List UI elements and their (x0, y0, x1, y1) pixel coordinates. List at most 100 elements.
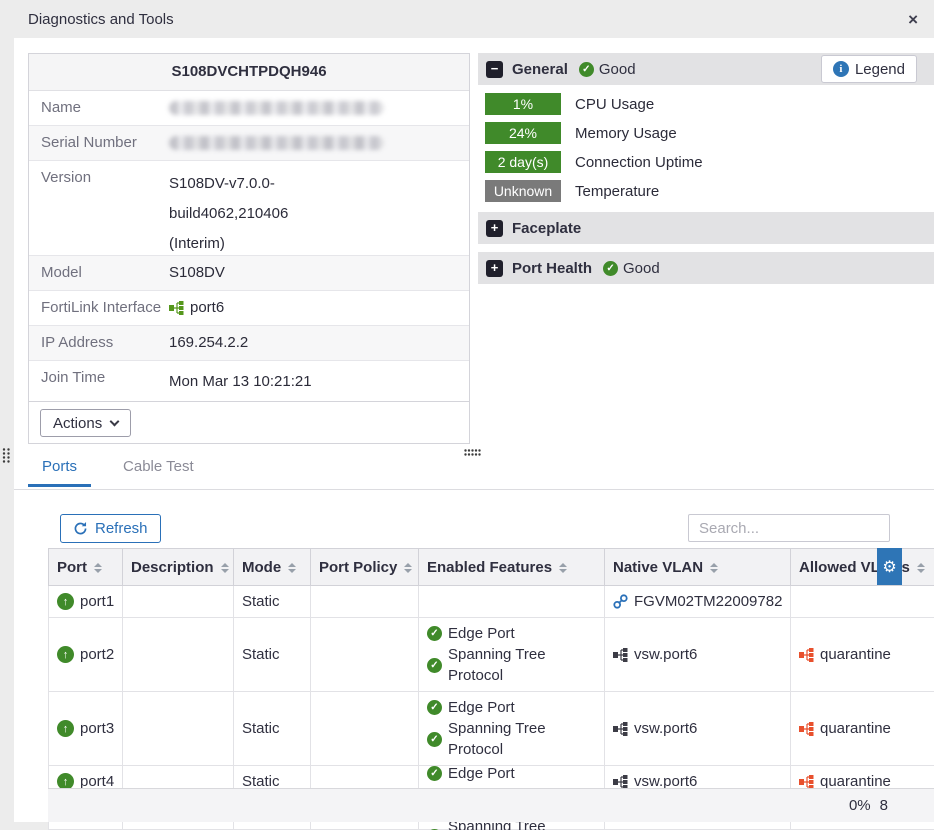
tab-ports[interactable]: Ports (28, 455, 91, 487)
actions-button-label: Actions (53, 415, 102, 432)
features-cell (419, 586, 605, 618)
column-header-enabled-features[interactable]: Enabled Features (419, 549, 605, 586)
legend-button-label: Legend (855, 61, 905, 78)
metric-cpu: 1% CPU Usage (485, 93, 934, 115)
ip-value: 169.254.2.2 (169, 326, 469, 360)
description-cell (123, 618, 234, 692)
connection-uptime-label: Connection Uptime (575, 154, 703, 171)
faceplate-title: Faceplate (512, 220, 581, 237)
table-header-row: Port Description Mode Port Policy Enable… (49, 549, 934, 586)
fortilink-chain-icon (613, 594, 628, 609)
legend-button[interactable]: i Legend (821, 55, 917, 83)
sort-icon (559, 563, 567, 573)
feature-label: Edge Port (448, 623, 515, 644)
version-line-2: build4062,210406 (169, 199, 469, 229)
vlan-icon-quarantine (799, 648, 814, 662)
check-circle-icon: ✓ (427, 658, 442, 673)
section-general-header[interactable]: − General ✓ Good i Legend (478, 53, 934, 85)
dialog-body: S108DVCHTPDQH946 Name Serial Number Vers… (14, 38, 934, 822)
join-time-value: Mon Mar 13 10:21:21 2023 (169, 361, 469, 401)
section-port-health-header[interactable]: + Port Health ✓ Good (478, 252, 934, 284)
metric-memory: 24% Memory Usage (485, 122, 934, 144)
sort-icon (94, 563, 102, 573)
column-header-port[interactable]: Port (49, 549, 123, 586)
table-row-port1[interactable]: ↑port1 Static FGVM02TM22009782 (49, 586, 934, 618)
cpu-usage-label: CPU Usage (575, 96, 654, 113)
sort-icon (221, 563, 229, 573)
section-faceplate-header[interactable]: + Faceplate (478, 212, 934, 244)
expand-plus-icon: + (486, 260, 503, 277)
vlan-icon (613, 722, 628, 736)
port-health-status-text: Good (623, 260, 660, 277)
search-input[interactable] (688, 514, 890, 542)
fortilink-label: FortiLink Interface (29, 291, 169, 325)
redacted-blur (169, 101, 384, 115)
serial-label: Serial Number (29, 126, 169, 160)
serial-value-redacted (169, 126, 469, 160)
column-settings-button[interactable]: ⚙ (877, 548, 902, 585)
version-line-1: S108DV-v7.0.0- (169, 169, 469, 199)
close-icon[interactable]: × (908, 11, 918, 28)
general-status-text: Good (599, 61, 636, 78)
refresh-button[interactable]: Refresh (60, 514, 161, 543)
allowed-vlans-value: quarantine (820, 646, 891, 663)
tab-cable-test[interactable]: Cable Test (109, 455, 208, 484)
sort-icon (710, 563, 718, 573)
join-time-line-1: Mon Mar 13 10:21:21 (169, 369, 469, 394)
features-cell: ✓ Edge Port ✓ Spanning Tree Protocol (419, 692, 605, 766)
dialog-titlebar: Diagnostics and Tools × (0, 0, 934, 38)
metric-uptime: 2 day(s) Connection Uptime (485, 151, 934, 173)
cpu-usage-badge: 1% (485, 93, 561, 115)
sort-icon (404, 563, 412, 573)
table-footer: 0% 8 (48, 788, 934, 822)
refresh-button-label: Refresh (95, 520, 148, 537)
version-line-3: (Interim) (169, 229, 469, 256)
refresh-icon (73, 521, 88, 536)
device-row-version: Version S108DV-v7.0.0- build4062,210406 … (29, 161, 469, 256)
expand-plus-icon: + (486, 220, 503, 237)
check-circle-icon: ✓ (427, 732, 442, 747)
panel-drag-handle[interactable] (2, 448, 11, 467)
port-policy-cell (311, 586, 419, 618)
feature-label: Edge Port (448, 697, 515, 718)
redacted-blur (169, 136, 384, 150)
memory-usage-label: Memory Usage (575, 125, 677, 142)
native-vlan-value: vsw.port6 (634, 646, 697, 663)
collapse-minus-icon: − (486, 61, 503, 78)
fortilink-port-name: port6 (190, 299, 224, 316)
fortilink-value: port6 (169, 291, 469, 325)
version-value: S108DV-v7.0.0- build4062,210406 (Interim… (169, 161, 469, 255)
health-panel: − General ✓ Good i Legend 1% CPU Usage 2… (478, 53, 934, 284)
description-cell (123, 692, 234, 766)
check-circle-icon: ✓ (427, 626, 442, 641)
column-header-description[interactable]: Description (123, 549, 234, 586)
actions-button[interactable]: Actions (40, 409, 131, 437)
chevron-down-icon (110, 416, 120, 426)
memory-usage-badge: 24% (485, 122, 561, 144)
port-name: port3 (80, 720, 114, 737)
check-circle-icon: ✓ (603, 261, 618, 276)
check-circle-icon: ✓ (427, 700, 442, 715)
fortilink-interface-icon (169, 301, 184, 315)
temperature-label: Temperature (575, 183, 659, 200)
dialog-title: Diagnostics and Tools (28, 11, 174, 28)
port-up-icon: ↑ (57, 646, 74, 663)
table-row-port3[interactable]: ↑port3 Static ✓Edge Port ✓Spanning Tree … (49, 692, 934, 766)
features-cell: ✓Edge Port ✓Spanning Tree Protocol (419, 618, 605, 692)
column-header-native-vlan[interactable]: Native VLAN (605, 549, 791, 586)
column-header-port-policy[interactable]: Port Policy (311, 549, 419, 586)
allowed-vlans-cell: quarantine (791, 618, 934, 692)
model-label: Model (29, 256, 169, 290)
allowed-vlans-value: quarantine (820, 720, 891, 737)
mode-cell: Static (234, 586, 311, 618)
feature-label: Spanning Tree Protocol (448, 718, 604, 760)
column-header-mode[interactable]: Mode (234, 549, 311, 586)
metric-temperature: Unknown Temperature (485, 180, 934, 202)
general-metrics: 1% CPU Usage 24% Memory Usage 2 day(s) C… (478, 85, 934, 212)
temperature-badge: Unknown (485, 180, 561, 202)
table-row-port2[interactable]: ↑port2 Static ✓Edge Port ✓Spanning Tree … (49, 618, 934, 692)
port-name: port2 (80, 646, 114, 663)
port-health-title: Port Health (512, 260, 592, 277)
column-header-allowed-vlans[interactable]: Allowed VLANs (791, 549, 934, 586)
join-time-label: Join Time (29, 361, 169, 401)
